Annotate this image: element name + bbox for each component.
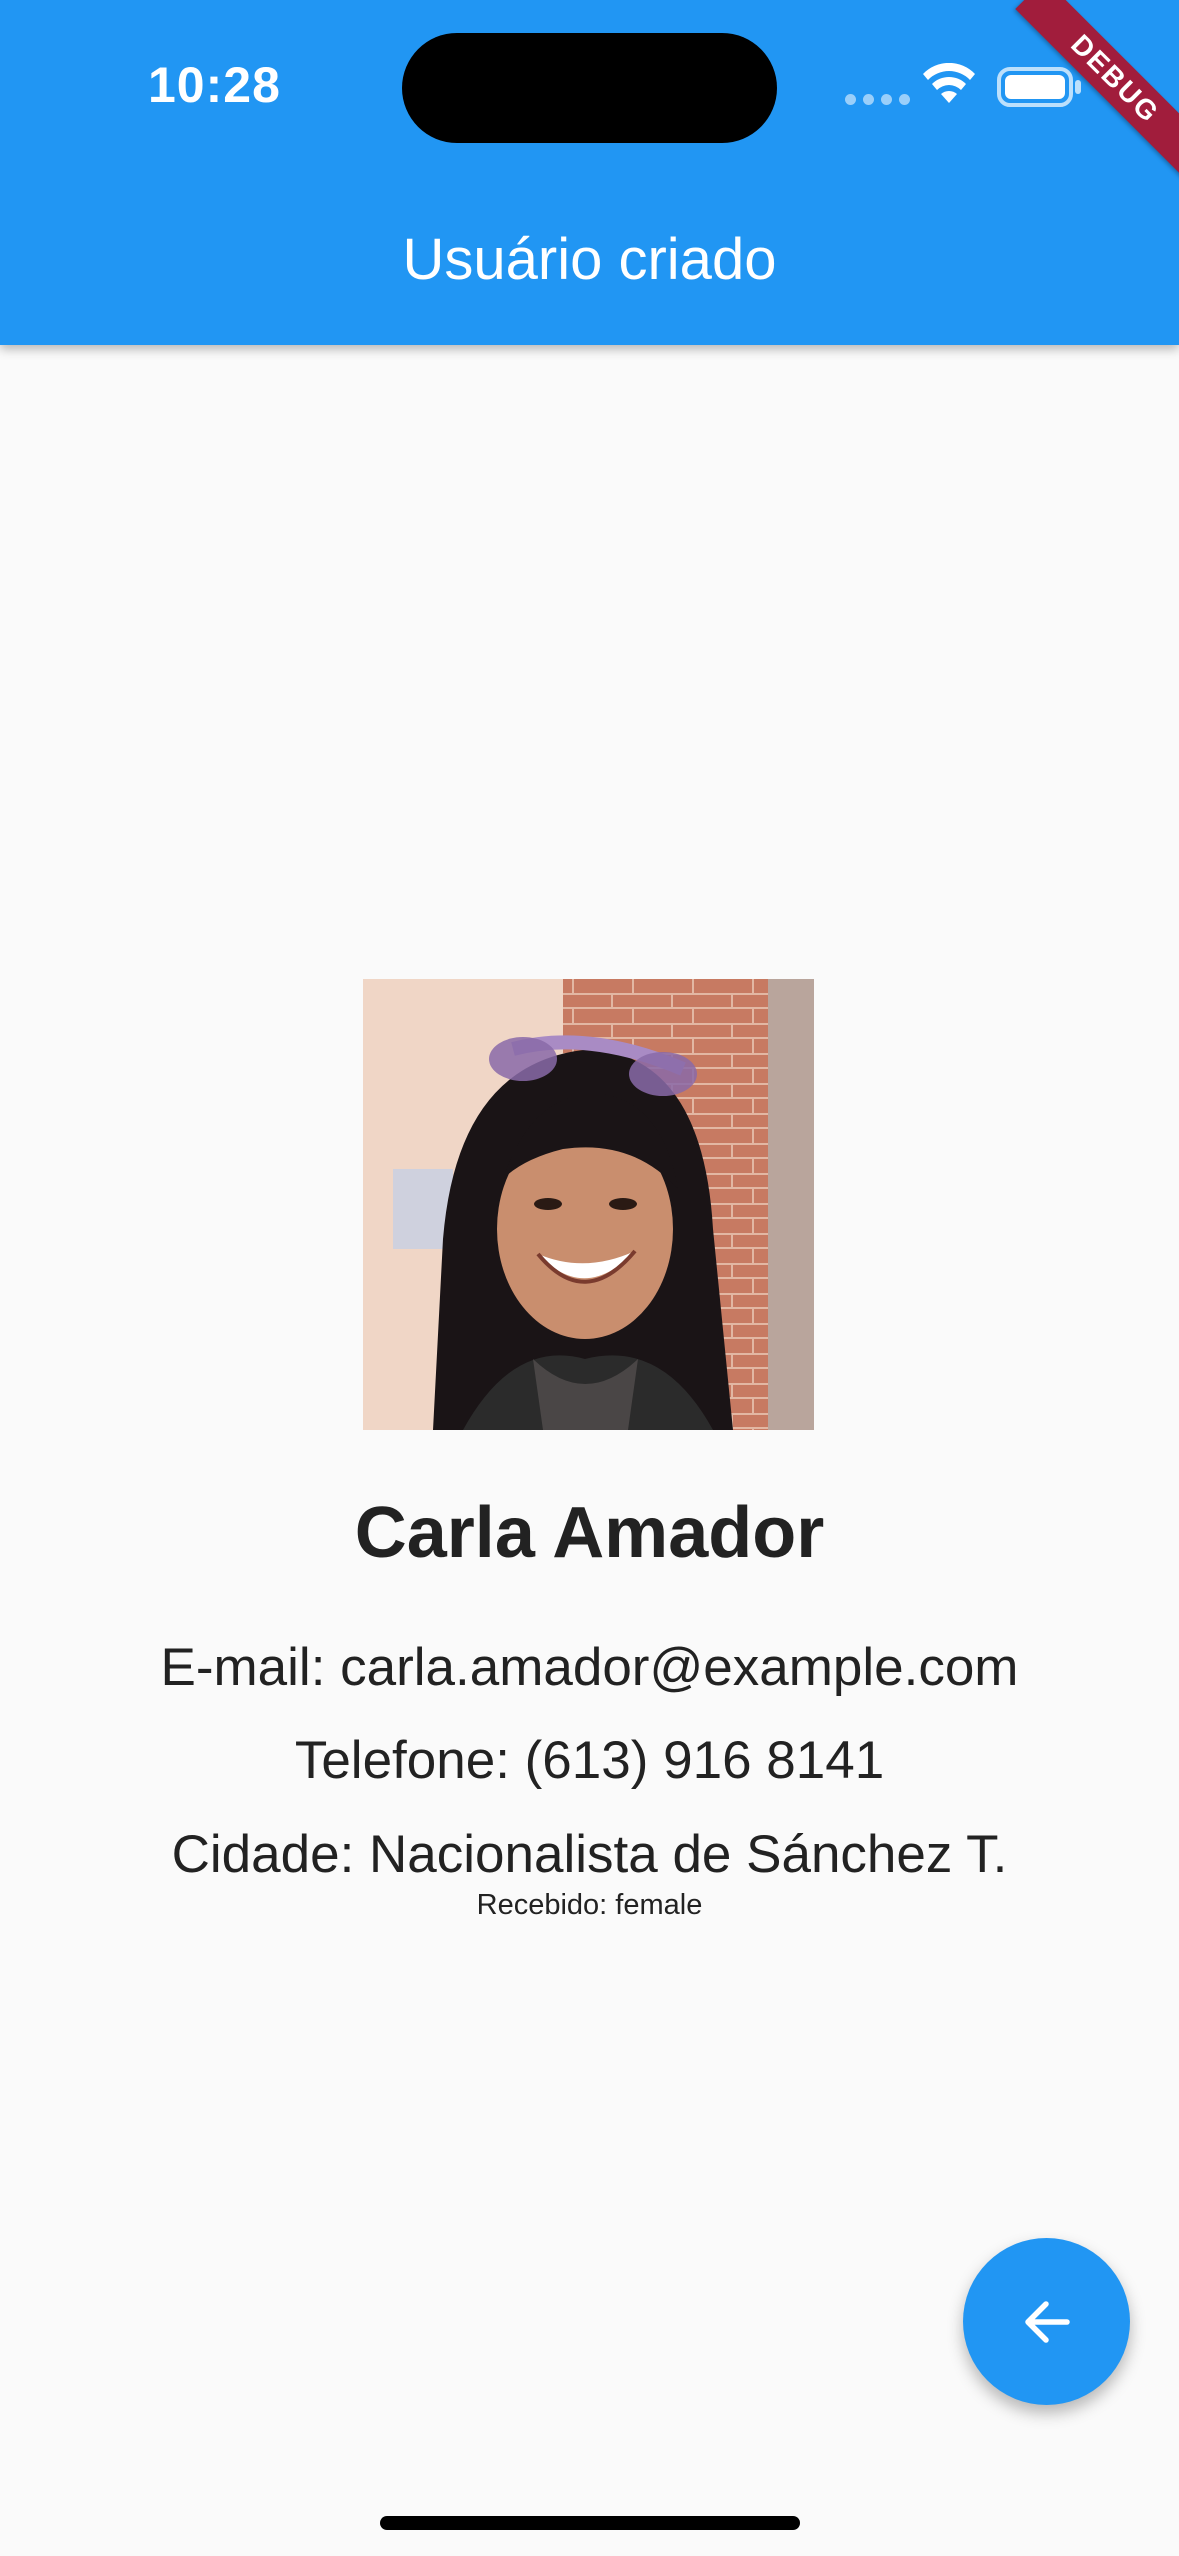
arrow-back-icon [1024, 2300, 1070, 2343]
user-photo [363, 979, 814, 1430]
user-received: Recebido: female [476, 1889, 703, 1921]
user-email: E-mail: carla.amador@example.com [160, 1638, 1019, 1697]
home-indicator[interactable] [380, 2516, 800, 2530]
cellular-signal-icon [845, 94, 910, 105]
dynamic-island [402, 33, 777, 143]
back-fab-button[interactable] [963, 2238, 1130, 2405]
page-title: Usuário criado [402, 227, 777, 292]
battery-icon [997, 67, 1081, 107]
user-name: Carla Amador [354, 1493, 825, 1573]
status-time: 10:28 [148, 57, 281, 113]
wifi-icon [923, 63, 975, 103]
user-phone: Telefone: (613) 916 8141 [294, 1731, 885, 1790]
app-bar: 10:28 Usuário criado [0, 0, 1179, 345]
user-city: Cidade: Nacionalista de Sánchez T. [171, 1825, 1008, 1884]
